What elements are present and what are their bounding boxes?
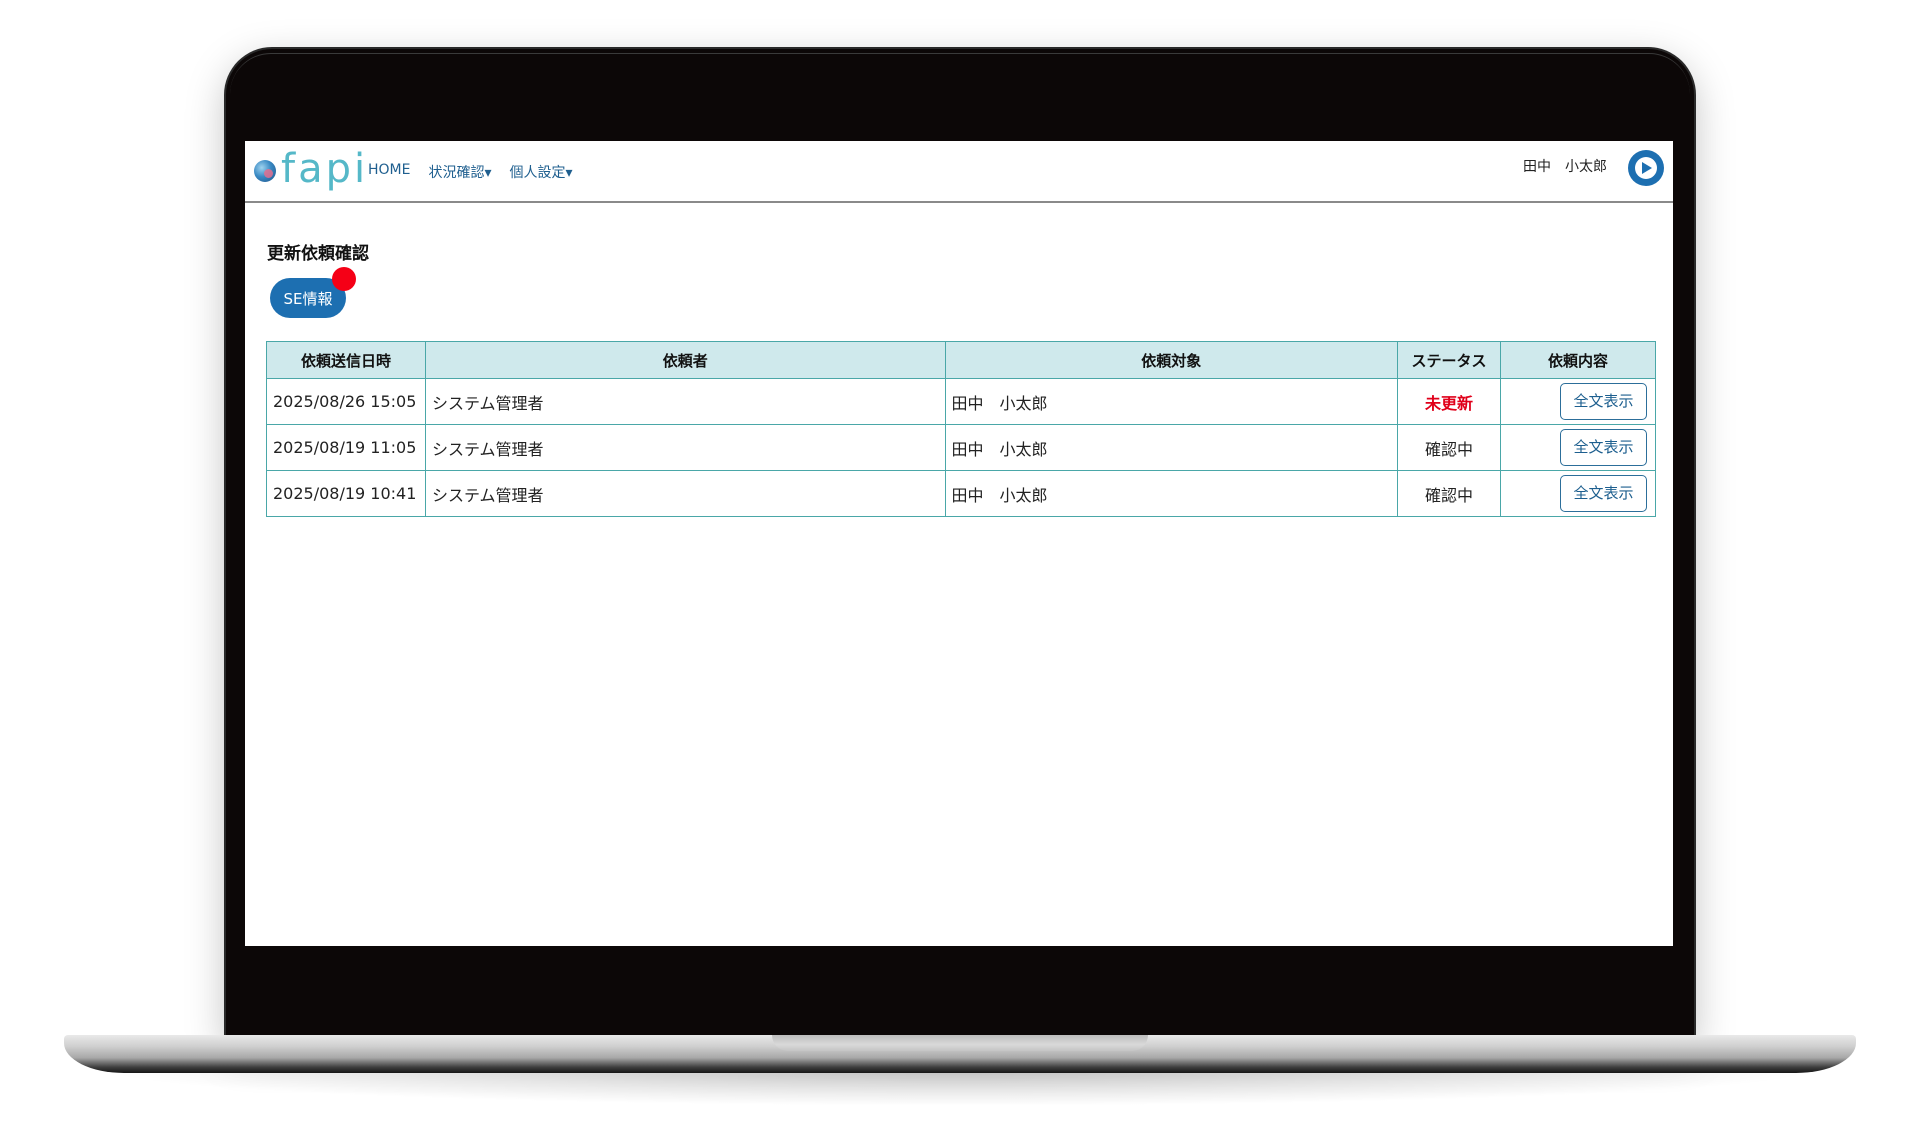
- logo-text: fapi: [281, 146, 369, 192]
- laptop-notch: [772, 1035, 1148, 1051]
- table-row: 2025/08/19 11:05 システム管理者 田中 小太郎 確認中 全文表示: [266, 424, 1656, 471]
- cell-content: 全文表示: [1500, 470, 1656, 517]
- nav-home[interactable]: HOME: [368, 162, 410, 182]
- view-full-text-button[interactable]: 全文表示: [1560, 475, 1647, 512]
- cell-target: 田中 小太郎: [944, 424, 1399, 471]
- cell-content: 全文表示: [1500, 378, 1656, 425]
- cell-status: 確認中: [1397, 424, 1502, 471]
- cell-requester: システム管理者: [424, 378, 946, 425]
- column-header-content: 依頼内容: [1500, 341, 1656, 379]
- globe-icon: [254, 160, 276, 182]
- column-header-status: ステータス: [1397, 341, 1502, 379]
- top-navigation-bar: fapi HOME 状況確認▾ 個人設定▾ 田中 小太郎: [245, 141, 1673, 203]
- fapi-logo[interactable]: fapi: [254, 147, 368, 195]
- cell-content: 全文表示: [1500, 424, 1656, 471]
- cell-target: 田中 小太郎: [944, 470, 1399, 517]
- cell-target: 田中 小太郎: [944, 378, 1399, 425]
- update-request-table: 依頼送信日時 依頼者 依頼対象 ステータス 依頼内容 2025/08/26 15…: [266, 341, 1656, 517]
- app-screen: fapi HOME 状況確認▾ 個人設定▾ 田中 小太郎 更新依頼確認 SE情報…: [245, 141, 1673, 946]
- cell-requester: システム管理者: [424, 470, 946, 517]
- view-full-text-button[interactable]: 全文表示: [1560, 429, 1647, 466]
- cell-requester: システム管理者: [424, 424, 946, 471]
- cell-status: 確認中: [1397, 470, 1502, 517]
- column-header-requester: 依頼者: [424, 341, 946, 379]
- nav-status-check[interactable]: 状況確認▾: [428, 162, 491, 182]
- table-row: 2025/08/19 10:41 システム管理者 田中 小太郎 確認中 全文表示: [266, 470, 1656, 517]
- nav-personal-settings[interactable]: 個人設定▾: [510, 162, 573, 182]
- column-header-target: 依頼対象: [944, 341, 1399, 379]
- table-row: 2025/08/26 15:05 システム管理者 田中 小太郎 未更新 全文表示: [266, 378, 1656, 425]
- column-header-sent-at: 依頼送信日時: [266, 341, 426, 379]
- notification-dot: [332, 267, 356, 291]
- view-full-text-button[interactable]: 全文表示: [1560, 383, 1647, 420]
- cell-status: 未更新: [1397, 378, 1502, 425]
- page-title: 更新依頼確認: [267, 244, 369, 264]
- main-nav: HOME 状況確認▾ 個人設定▾: [368, 162, 573, 182]
- table-header-row: 依頼送信日時 依頼者 依頼対象 ステータス 依頼内容: [266, 341, 1656, 379]
- logout-icon[interactable]: [1628, 150, 1664, 186]
- cell-sent-at: 2025/08/19 11:05: [266, 424, 426, 471]
- current-user-name: 田中 小太郎: [1523, 159, 1607, 175]
- cell-sent-at: 2025/08/26 15:05: [266, 378, 426, 425]
- cell-sent-at: 2025/08/19 10:41: [266, 470, 426, 517]
